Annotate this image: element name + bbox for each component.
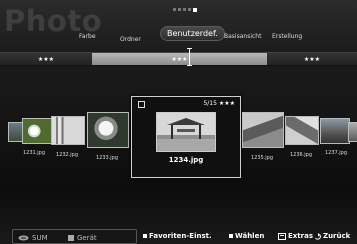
- source-selector: SUM Gerät: [12, 229, 137, 244]
- beach-hut-image: [157, 113, 215, 151]
- focused-filename: 1234.jpg: [168, 156, 204, 164]
- page-dot: [188, 8, 191, 11]
- device-icon: [68, 235, 74, 241]
- rating-segment-right[interactable]: ★★★: [267, 53, 357, 65]
- extras-command[interactable]: Extras: [278, 232, 313, 240]
- sort-tab-ordner[interactable]: Ordner: [120, 36, 141, 43]
- thumbnail-1235[interactable]: [242, 112, 284, 148]
- favorites-key-icon: [143, 234, 147, 238]
- device-label: Gerät: [77, 234, 97, 242]
- focused-photo: [156, 112, 216, 152]
- sort-tab-erstellung[interactable]: Erstellung: [272, 33, 302, 40]
- page-dot: [183, 8, 186, 11]
- thumbnail-edge-right[interactable]: [348, 122, 357, 142]
- sum-label: SUM: [32, 234, 48, 242]
- thumbnail-1231[interactable]: [22, 118, 52, 144]
- thumbnail-label: 1236.jpg: [289, 152, 313, 158]
- thumbnail-label: 1235.jpg: [250, 155, 274, 161]
- page-dot-active: [193, 7, 197, 12]
- thumbnail-1233[interactable]: [87, 112, 129, 148]
- photo-browser-screen: Photo Farbe Ordner Benutzerdef. Basisans…: [0, 0, 357, 244]
- select-label: Wählen: [235, 232, 265, 240]
- extras-label: Extras: [288, 232, 313, 240]
- sum-button[interactable]: SUM: [18, 234, 48, 242]
- thumbnail-1237[interactable]: [320, 118, 350, 144]
- favorites-label: Favoriten-Einst.: [149, 232, 212, 240]
- sum-icon: [18, 235, 29, 241]
- select-checkbox[interactable]: [138, 101, 145, 108]
- star-rating: ★★★: [218, 100, 235, 107]
- thumbnail-1236[interactable]: [285, 116, 319, 145]
- back-label: Zurück: [323, 232, 351, 240]
- counter-text: 5/15: [203, 100, 217, 107]
- device-button[interactable]: Gerät: [68, 234, 97, 242]
- sort-tab-basisansicht[interactable]: Basisansicht: [224, 33, 261, 40]
- back-command[interactable]: Zurück: [314, 232, 350, 240]
- sort-tab-benutzerdef[interactable]: Benutzerdef.: [160, 26, 225, 41]
- rating-segment-left[interactable]: ★★★: [0, 53, 92, 65]
- thumbnail-label: 1232.jpg: [55, 152, 79, 158]
- thumbnail-label: 1237.jpg: [324, 150, 348, 156]
- thumbnail-label: 1231.jpg: [22, 150, 46, 156]
- favorites-command[interactable]: Favoriten-Einst.: [143, 232, 212, 240]
- item-counter: 5/15 ★★★: [203, 100, 235, 107]
- select-command[interactable]: Wählen: [229, 232, 264, 240]
- sort-tab-farbe[interactable]: Farbe: [79, 33, 96, 40]
- rating-filter-bar[interactable]: ★★★ ★★★ ★★★: [0, 52, 357, 66]
- footer-bar: SUM Gerät Favoriten-Einst. Wählen Extras: [0, 226, 357, 244]
- rating-segment-selected[interactable]: ★★★: [92, 53, 267, 65]
- page-dot: [173, 8, 176, 11]
- tools-icon: [278, 232, 286, 240]
- enter-key-icon: [229, 234, 233, 238]
- rating-cursor: [187, 48, 192, 66]
- page-dot: [178, 8, 181, 11]
- thumbnail-label: 1233.jpg: [95, 155, 119, 161]
- return-icon: [315, 232, 321, 240]
- thumbnail-1232[interactable]: [51, 116, 85, 145]
- focused-item-card[interactable]: 5/15 ★★★ 1234.jpg: [131, 96, 241, 178]
- page-indicator: [173, 7, 197, 12]
